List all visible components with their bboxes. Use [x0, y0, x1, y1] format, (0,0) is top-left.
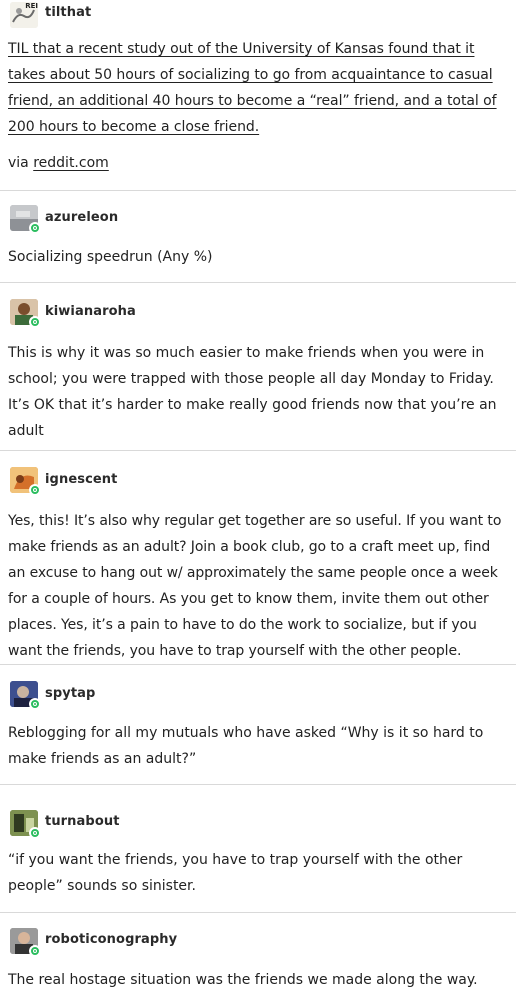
badge-icon [29, 484, 41, 496]
username[interactable]: ignescent [45, 472, 117, 487]
source-line: via reddit.com [8, 150, 508, 176]
username[interactable]: turnabout [45, 814, 120, 829]
username[interactable]: tilthat [45, 5, 91, 20]
divider [0, 912, 516, 913]
divider [0, 282, 516, 283]
badge-icon [29, 316, 41, 328]
avatar[interactable]: REI [10, 2, 38, 28]
source-link[interactable]: reddit.com [33, 155, 109, 171]
username[interactable]: spytap [45, 686, 95, 701]
divider [0, 664, 516, 665]
via-prefix: via [8, 155, 34, 171]
username[interactable]: kiwianaroha [45, 304, 136, 319]
divider [0, 450, 516, 451]
badge-icon [29, 222, 41, 234]
post-text: “if you want the friends, you have to tr… [8, 852, 463, 894]
divider [0, 190, 516, 191]
username[interactable]: azureleon [45, 210, 118, 225]
badge-icon [29, 827, 41, 839]
badge-icon [29, 945, 41, 957]
divider [0, 784, 516, 785]
badge-icon [29, 698, 41, 710]
post-text: Reblogging for all my mutuals who have a… [8, 725, 484, 767]
username[interactable]: roboticonography [45, 932, 177, 947]
post-text: The real hostage situation was the frien… [8, 972, 478, 988]
post-text: Socializing speedrun (Any %) [8, 249, 213, 265]
post-text[interactable]: TIL that a recent study out of the Unive… [8, 36, 508, 140]
avatar-logo-text: REI [25, 2, 38, 10]
post-text: This is why it was so much easier to mak… [8, 345, 497, 439]
post-text: Yes, this! It’s also why regular get tog… [8, 513, 502, 659]
